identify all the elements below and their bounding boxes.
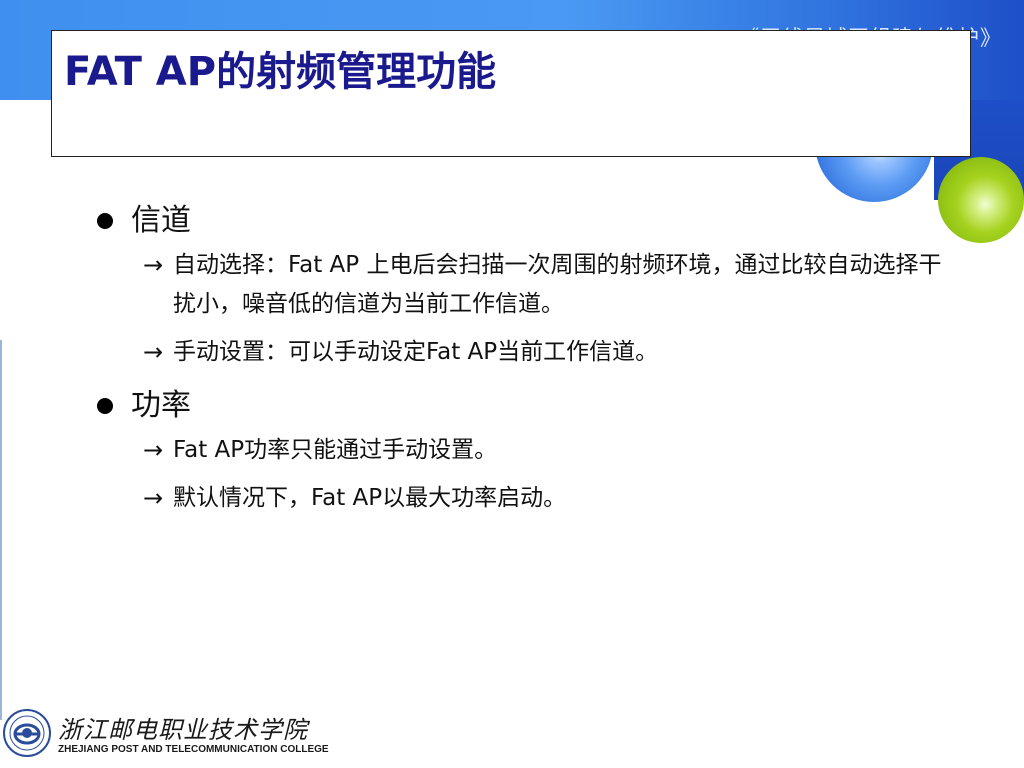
sub-list: → Fat AP功率只能通过手动设置。 → 默认情况下，Fat AP以最大功率启… — [143, 431, 967, 518]
section-label: 功率 — [131, 388, 191, 423]
slide-body: 信道 → 自动选择：Fat AP 上电后会扫描一次周围的射频环境，通过比较自动选… — [97, 196, 967, 527]
list-item-text: 自动选择：Fat AP 上电后会扫描一次周围的射频环境，通过比较自动选择干扰小，… — [173, 252, 942, 317]
section-power: 功率 → Fat AP功率只能通过手动设置。 → 默认情况下，Fat AP以最大… — [97, 381, 967, 518]
section-heading: 信道 — [97, 196, 967, 246]
section-channel: 信道 → 自动选择：Fat AP 上电后会扫描一次周围的射频环境，通过比较自动选… — [97, 196, 967, 372]
list-item-text: 手动设置：可以手动设定Fat AP当前工作信道。 — [173, 339, 659, 365]
arrow-right-icon: → — [143, 484, 164, 512]
arrow-right-icon: → — [143, 436, 164, 464]
arrow-right-icon: → — [143, 338, 164, 366]
list-item: → Fat AP功率只能通过手动设置。 — [143, 431, 967, 470]
list-item: → 手动设置：可以手动设定Fat AP当前工作信道。 — [143, 333, 967, 372]
college-name-cn: 浙江邮电职业技术学院 — [58, 716, 308, 744]
college-logo-icon — [3, 709, 51, 757]
bullet-dot-icon — [97, 398, 113, 414]
left-divider — [0, 340, 2, 720]
list-item: → 自动选择：Fat AP 上电后会扫描一次周围的射频环境，通过比较自动选择干扰… — [143, 246, 967, 324]
slide-title: FAT AP的射频管理功能 — [64, 49, 497, 95]
section-label: 信道 — [131, 203, 191, 238]
college-name-en: ZHEJIANG POST AND TELECOMMUNICATION COLL… — [58, 744, 329, 755]
arrow-right-icon: → — [143, 251, 164, 279]
bullet-dot-icon — [97, 213, 113, 229]
list-item: → 默认情况下，Fat AP以最大功率启动。 — [143, 479, 967, 518]
footer-branding: 浙江邮电职业技术学院 ZHEJIANG POST AND TELECOMMUNI… — [0, 708, 330, 768]
list-item-text: Fat AP功率只能通过手动设置。 — [173, 437, 498, 463]
list-item-text: 默认情况下，Fat AP以最大功率启动。 — [173, 485, 567, 511]
slide-title-box: FAT AP的射频管理功能 — [51, 30, 971, 157]
sub-list: → 自动选择：Fat AP 上电后会扫描一次周围的射频环境，通过比较自动选择干扰… — [143, 246, 967, 372]
section-heading: 功率 — [97, 381, 967, 431]
